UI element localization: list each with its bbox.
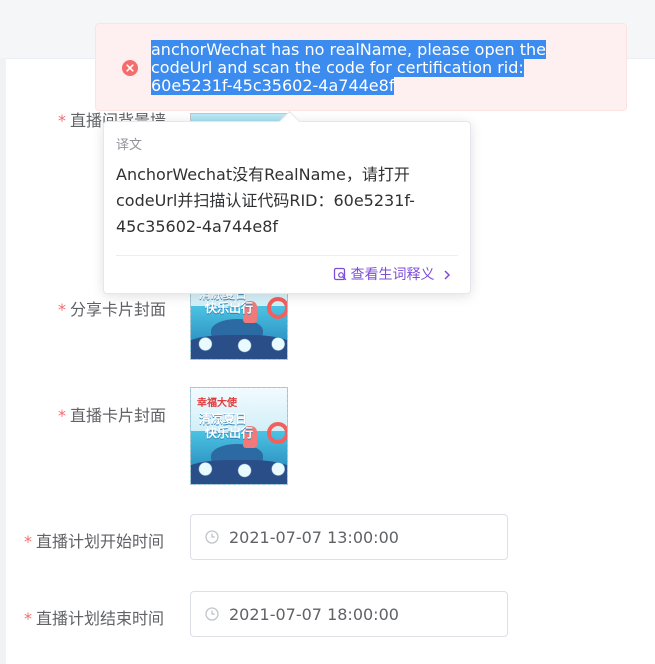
swim-ring-illustration [267,297,287,319]
required-mark: * [58,111,66,130]
translation-text: AnchorWechat没有RealName，请打开 codeUrl并扫描认证代… [116,165,415,236]
error-message[interactable]: anchorWechat has no realName, please ope… [151,40,621,95]
live-cover-image[interactable]: 幸福大使 清凉夏日 快乐出行 [190,387,288,485]
label-live-cover: * 直播卡片封面 [58,406,167,425]
cover-title-line2: 快乐出行 [205,426,254,440]
required-mark: * [58,406,66,425]
error-circle-icon [122,60,138,76]
left-border [0,58,6,664]
view-vocabulary-link[interactable]: 查看生词释义 [333,264,456,284]
popup-header: 译文 [116,138,143,153]
error-toast: anchorWechat has no realName, please ope… [95,23,627,111]
required-mark: * [24,532,32,551]
clock-icon [205,607,219,621]
popup-divider [116,255,458,256]
plan-end-datetime-input[interactable]: 2021-07-07 18:00:00 [190,591,508,637]
required-mark: * [58,300,66,319]
required-mark: * [24,609,32,628]
cover-badge: 幸福大使 [197,398,237,409]
plan-start-value: 2021-07-07 13:00:00 [229,528,399,547]
plan-end-value: 2021-07-07 18:00:00 [229,605,399,624]
label-share-cover: * 分享卡片封面 [58,300,167,319]
label-plan-end: * 直播计划结束时间 [24,609,165,628]
translation-popup: 译文 AnchorWechat没有RealName，请打开 codeUrl并扫描… [103,110,471,294]
swim-ring-illustration [267,422,287,444]
label-plan-start: * 直播计划开始时间 [24,532,165,551]
dictionary-icon [333,267,346,281]
plan-start-datetime-input[interactable]: 2021-07-07 13:00:00 [190,514,508,560]
cover-title-line2: 快乐出行 [205,301,254,315]
chevron-right-icon [444,270,451,280]
clock-icon [205,530,219,544]
